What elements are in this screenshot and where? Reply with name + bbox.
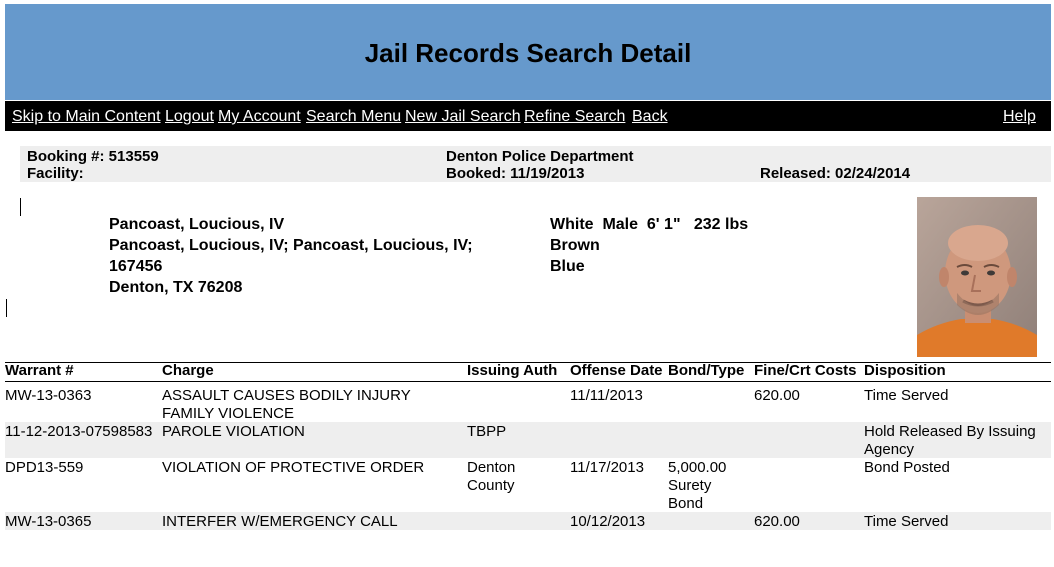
text-cursor xyxy=(6,299,7,317)
header-offense-date: Offense Date xyxy=(570,362,663,379)
cell-charge: PAROLE VIOLATION xyxy=(162,423,305,440)
header-fine: Fine/Crt Costs xyxy=(754,362,857,379)
cell-warrant: DPD13-559 xyxy=(5,459,84,476)
back-link[interactable]: Back xyxy=(632,108,668,126)
cell-charge: ASSAULT CAUSES BODILY INJURY FAMILY VIOL… xyxy=(162,387,411,422)
inmate-aliases: Pancoast, Loucious, IV; Pancoast, Loucio… xyxy=(109,237,473,254)
table-row: DPD13-559 VIOLATION OF PROTECTIVE ORDER … xyxy=(5,458,1051,512)
cell-issuing: TBPP xyxy=(467,423,507,440)
page-title: Jail Records Search Detail xyxy=(364,38,692,68)
hair-color: Brown xyxy=(550,237,600,254)
refine-search-link[interactable]: Refine Search xyxy=(524,108,625,126)
cell-offense-date: 11/17/2013 xyxy=(570,459,644,476)
booking-info: Booking #: 513559 Facility: Denton Polic… xyxy=(20,146,1051,182)
cell-charge: VIOLATION OF PROTECTIVE ORDER xyxy=(162,459,425,476)
cell-disposition: Time Served xyxy=(864,387,949,404)
inmate-id: 167456 xyxy=(109,258,163,275)
header-warrant: Warrant # xyxy=(5,362,74,379)
new-jail-search-link[interactable]: New Jail Search xyxy=(405,108,521,126)
header-banner: Jail Records Search Detail xyxy=(5,4,1051,100)
mugshot-photo xyxy=(917,197,1037,357)
cell-bond: 5,000.00 Surety Bond xyxy=(668,459,727,512)
logout-link[interactable]: Logout xyxy=(165,108,214,126)
inmate-name: Pancoast, Loucious, IV xyxy=(109,216,285,233)
physical-description: White Male 6' 1" 232 lbs xyxy=(550,216,749,233)
cell-fine: 620.00 xyxy=(754,513,800,530)
agency-name: Denton Police Department xyxy=(446,148,634,165)
booked-date: Booked: 11/19/2013 xyxy=(446,165,585,182)
my-account-link[interactable]: My Account xyxy=(218,108,301,126)
help-link[interactable]: Help xyxy=(1003,108,1036,126)
header-charge: Charge xyxy=(162,362,214,379)
released-date: Released: 02/24/2014 xyxy=(760,165,911,182)
cell-disposition: Time Served xyxy=(864,513,949,530)
header-bottom-border xyxy=(5,381,1051,382)
cell-disposition: Bond Posted xyxy=(864,459,950,476)
cell-warrant: MW-13-0363 xyxy=(5,387,92,404)
inmate-city: Denton, TX 76208 xyxy=(109,279,243,296)
nav-bar: Skip to Main Content Logout My Account S… xyxy=(5,101,1051,131)
eye-color: Blue xyxy=(550,258,585,275)
text-cursor xyxy=(20,198,21,216)
header-bond-type: Bond/Type xyxy=(668,362,745,379)
cell-warrant: MW-13-0365 xyxy=(5,513,92,530)
cell-warrant: 11-12-2013-07598583 xyxy=(5,423,153,440)
booking-number: Booking #: 513559 xyxy=(27,148,159,165)
search-menu-link[interactable]: Search Menu xyxy=(306,108,401,126)
header-disposition: Disposition xyxy=(864,362,946,379)
cell-fine: 620.00 xyxy=(754,387,800,404)
cell-offense-date: 10/12/2013 xyxy=(570,513,646,530)
cell-issuing: Denton County xyxy=(467,459,516,494)
cell-offense-date: 11/11/2013 xyxy=(570,387,643,404)
skip-to-main-link[interactable]: Skip to Main Content xyxy=(12,108,161,126)
table-row: MW-13-0365 INTERFER W/EMERGENCY CALL 10/… xyxy=(5,512,1051,530)
header-issuing-auth: Issuing Auth xyxy=(467,362,558,379)
cell-charge: INTERFER W/EMERGENCY CALL xyxy=(162,513,398,530)
table-row: MW-13-0363 ASSAULT CAUSES BODILY INJURY … xyxy=(5,386,1051,422)
facility-label: Facility: xyxy=(27,165,84,182)
cell-disposition: Hold Released By Issuing Agency xyxy=(864,423,1036,458)
table-row: 11-12-2013-07598583 PAROLE VIOLATION TBP… xyxy=(5,422,1051,458)
